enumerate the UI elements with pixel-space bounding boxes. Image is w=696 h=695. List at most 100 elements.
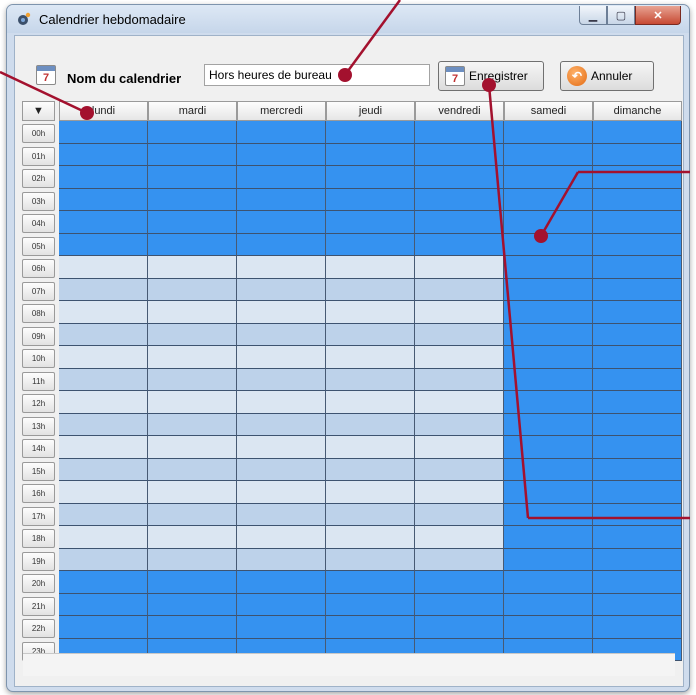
grid-cell-samedi-09h[interactable] [504,323,593,346]
hour-label-08h[interactable]: 08h [22,304,55,323]
grid-cell-jeudi-00h[interactable] [326,121,415,144]
grid-cell-lundi-01h[interactable] [59,143,148,166]
grid-cell-lundi-14h[interactable] [59,436,148,459]
grid-cell-vendredi-17h[interactable] [415,503,504,526]
grid-cell-dimanche-04h[interactable] [593,211,682,234]
grid-cell-samedi-22h[interactable] [504,616,593,639]
grid-cell-jeudi-21h[interactable] [326,593,415,616]
grid-cell-samedi-19h[interactable] [504,548,593,571]
hour-label-10h[interactable]: 10h [22,349,55,368]
calendar-name-input[interactable] [204,64,430,86]
grid-cell-dimanche-22h[interactable] [593,616,682,639]
grid-cell-lundi-19h[interactable] [59,548,148,571]
grid-cell-samedi-05h[interactable] [504,233,593,256]
grid-cell-samedi-14h[interactable] [504,436,593,459]
day-header-lundi[interactable]: lundi [59,101,148,121]
grid-cell-vendredi-01h[interactable] [415,143,504,166]
hour-label-02h[interactable]: 02h [22,169,55,188]
grid-cell-dimanche-00h[interactable] [593,121,682,144]
grid-cell-jeudi-13h[interactable] [326,413,415,436]
grid-cell-dimanche-14h[interactable] [593,436,682,459]
grid-cell-vendredi-20h[interactable] [415,571,504,594]
grid-cell-dimanche-08h[interactable] [593,301,682,324]
grid-cell-vendredi-09h[interactable] [415,323,504,346]
day-header-dimanche[interactable]: dimanche [593,101,682,121]
cancel-button[interactable]: ↶ Annuler [560,61,654,91]
grid-cell-mercredi-15h[interactable] [237,458,326,481]
grid-cell-jeudi-07h[interactable] [326,278,415,301]
grid-cell-samedi-06h[interactable] [504,256,593,279]
hour-label-16h[interactable]: 16h [22,484,55,503]
hour-label-13h[interactable]: 13h [22,416,55,436]
grid-cell-mardi-07h[interactable] [148,278,237,301]
grid-cell-mercredi-06h[interactable] [237,256,326,279]
day-header-samedi[interactable]: samedi [504,101,593,121]
grid-cell-dimanche-03h[interactable] [593,188,682,211]
grid-cell-vendredi-05h[interactable] [415,233,504,256]
grid-cell-samedi-17h[interactable] [504,503,593,526]
grid-cell-jeudi-02h[interactable] [326,166,415,189]
grid-cell-lundi-08h[interactable] [59,301,148,324]
grid-cell-mardi-13h[interactable] [148,413,237,436]
grid-cell-jeudi-04h[interactable] [326,211,415,234]
grid-cell-dimanche-16h[interactable] [593,481,682,504]
close-button[interactable]: ✕ [635,6,681,25]
grid-cell-mardi-08h[interactable] [148,301,237,324]
grid-cell-mardi-21h[interactable] [148,593,237,616]
grid-cell-lundi-20h[interactable] [59,571,148,594]
hour-label-00h[interactable]: 00h [22,124,55,143]
grid-cell-mercredi-18h[interactable] [237,526,326,549]
grid-cell-vendredi-14h[interactable] [415,436,504,459]
grid-cell-vendredi-08h[interactable] [415,301,504,324]
grid-cell-jeudi-08h[interactable] [326,301,415,324]
grid-cell-dimanche-11h[interactable] [593,368,682,391]
grid-cell-mardi-05h[interactable] [148,233,237,256]
grid-cell-mardi-03h[interactable] [148,188,237,211]
grid-cell-jeudi-09h[interactable] [326,323,415,346]
grid-cell-jeudi-17h[interactable] [326,503,415,526]
grid-cell-mardi-18h[interactable] [148,526,237,549]
day-header-mercredi[interactable]: mercredi [237,101,326,121]
grid-cell-samedi-04h[interactable] [504,211,593,234]
save-button[interactable]: 7 Enregistrer [438,61,544,91]
grid-cell-jeudi-15h[interactable] [326,458,415,481]
grid-cell-lundi-18h[interactable] [59,526,148,549]
maximize-button[interactable]: ▢ [607,6,635,25]
grid-cell-mardi-09h[interactable] [148,323,237,346]
grid-cell-dimanche-12h[interactable] [593,391,682,414]
grid-cell-samedi-15h[interactable] [504,458,593,481]
grid-cell-lundi-13h[interactable] [59,413,148,436]
grid-cell-mercredi-01h[interactable] [237,143,326,166]
grid-cell-dimanche-01h[interactable] [593,143,682,166]
grid-cell-samedi-02h[interactable] [504,166,593,189]
grid-cell-vendredi-21h[interactable] [415,593,504,616]
grid-cell-mardi-17h[interactable] [148,503,237,526]
grid-cell-lundi-17h[interactable] [59,503,148,526]
grid-cell-vendredi-16h[interactable] [415,481,504,504]
hour-label-20h[interactable]: 20h [22,574,55,593]
grid-cell-samedi-20h[interactable] [504,571,593,594]
grid-cell-dimanche-20h[interactable] [593,571,682,594]
grid-cell-dimanche-06h[interactable] [593,256,682,279]
grid-cell-vendredi-12h[interactable] [415,391,504,414]
grid-cell-jeudi-03h[interactable] [326,188,415,211]
grid-cell-mercredi-14h[interactable] [237,436,326,459]
grid-cell-mercredi-05h[interactable] [237,233,326,256]
grid-cell-jeudi-16h[interactable] [326,481,415,504]
grid-cell-dimanche-21h[interactable] [593,593,682,616]
grid-cell-mercredi-04h[interactable] [237,211,326,234]
grid-cell-vendredi-11h[interactable] [415,368,504,391]
grid-cell-mercredi-10h[interactable] [237,346,326,369]
grid-cell-lundi-10h[interactable] [59,346,148,369]
grid-cell-jeudi-22h[interactable] [326,616,415,639]
grid-cell-lundi-03h[interactable] [59,188,148,211]
grid-cell-mardi-22h[interactable] [148,616,237,639]
grid-cell-mardi-06h[interactable] [148,256,237,279]
grid-cell-jeudi-10h[interactable] [326,346,415,369]
grid-cell-mercredi-02h[interactable] [237,166,326,189]
hour-label-15h[interactable]: 15h [22,461,55,481]
grid-cell-mercredi-20h[interactable] [237,571,326,594]
grid-cell-mercredi-11h[interactable] [237,368,326,391]
grid-cell-samedi-00h[interactable] [504,121,593,144]
grid-cell-jeudi-20h[interactable] [326,571,415,594]
